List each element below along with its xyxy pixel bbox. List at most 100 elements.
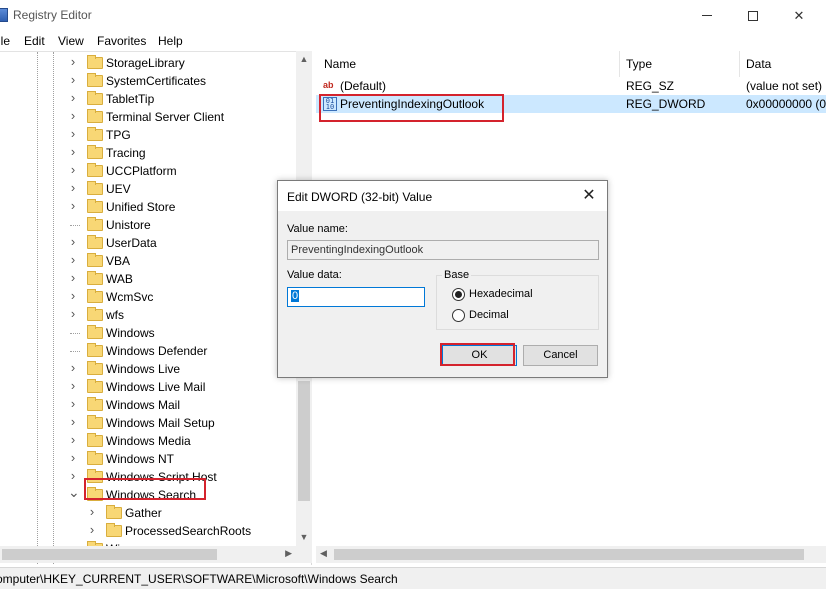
tree-item-gather[interactable]: › Gather xyxy=(0,504,296,522)
expand-chevron-icon[interactable]: › xyxy=(68,252,78,267)
tree-item-userdata[interactable]: › UserData xyxy=(0,234,296,252)
hexadecimal-radio[interactable] xyxy=(452,288,465,301)
dialog-close-icon[interactable]: ✕ xyxy=(579,185,599,205)
tree-item-tablettip[interactable]: › TabletTip xyxy=(0,90,296,108)
tree-item-windows-live-mail[interactable]: › Windows Live Mail xyxy=(0,378,296,396)
menu-help[interactable]: Help xyxy=(158,34,183,48)
tree-hscroll-thumb[interactable] xyxy=(2,549,217,560)
decimal-label[interactable]: Decimal xyxy=(469,309,509,321)
folder-icon xyxy=(87,163,103,177)
expand-chevron-icon[interactable]: › xyxy=(87,504,97,519)
maximize-button[interactable] xyxy=(730,0,776,31)
hexadecimal-label[interactable]: Hexadecimal xyxy=(469,288,533,300)
expand-chevron-icon[interactable]: › xyxy=(68,234,78,249)
expand-chevron-icon[interactable]: › xyxy=(68,432,78,447)
tree-item-windows-nt[interactable]: › Windows NT xyxy=(0,450,296,468)
tree-item-label: Tracing xyxy=(106,146,146,160)
tree-item-windows-mail[interactable]: › Windows Mail xyxy=(0,396,296,414)
menu-favorites[interactable]: Favorites xyxy=(97,34,146,48)
scroll-up-icon[interactable]: ▲ xyxy=(296,51,312,68)
expand-chevron-icon[interactable]: › xyxy=(68,468,78,483)
expand-chevron-icon[interactable]: › xyxy=(68,180,78,195)
folder-icon xyxy=(87,397,103,411)
tree-item-unistore[interactable]: Unistore xyxy=(0,216,296,234)
expand-chevron-icon[interactable]: › xyxy=(68,270,78,285)
minimize-icon xyxy=(702,15,712,16)
tree-item-windows-defender[interactable]: Windows Defender xyxy=(0,342,296,360)
scroll-left-icon[interactable]: ◀ xyxy=(320,548,327,559)
expand-chevron-icon[interactable]: › xyxy=(68,198,78,213)
tree-item-processedsearchroots[interactable]: › ProcessedSearchRoots xyxy=(0,522,296,540)
expand-chevron-icon[interactable]: › xyxy=(87,522,97,537)
tree-scroll-thumb[interactable] xyxy=(298,381,310,501)
dialog-title-bar[interactable]: Edit DWORD (32-bit) Value ✕ xyxy=(278,181,607,211)
collapse-chevron-icon[interactable]: ⌄ xyxy=(68,484,80,501)
tree-item-tracing[interactable]: › Tracing xyxy=(0,144,296,162)
tree-item-wfs[interactable]: › wfs xyxy=(0,306,296,324)
tree-item-wab[interactable]: › WAB xyxy=(0,270,296,288)
menu-file[interactable]: ile xyxy=(0,34,10,48)
expand-chevron-icon[interactable]: › xyxy=(68,126,78,141)
title-bar: Registry Editor ✕ xyxy=(0,0,826,31)
key-tree-pane[interactable]: › StorageLibrary › SystemCertificates › Table… xyxy=(0,51,312,565)
expand-chevron-icon[interactable]: › xyxy=(68,396,78,411)
expand-chevron-icon[interactable]: › xyxy=(68,108,78,123)
expand-chevron-icon[interactable]: › xyxy=(68,378,78,393)
close-icon: ✕ xyxy=(793,7,805,23)
scroll-right-icon[interactable]: ▶ xyxy=(285,548,292,559)
expand-chevron-icon[interactable]: › xyxy=(68,288,78,303)
key-path: omputer\HKEY_CURRENT_USER\SOFTWARE\Micro… xyxy=(0,572,398,586)
tree-item-vba[interactable]: › VBA xyxy=(0,252,296,270)
menu-view[interactable]: View xyxy=(58,34,84,48)
folder-icon xyxy=(87,181,103,195)
tree-item-uev[interactable]: › UEV xyxy=(0,180,296,198)
expand-chevron-icon[interactable]: › xyxy=(68,162,78,177)
column-header-name[interactable]: Name xyxy=(324,57,356,71)
tree-item-label: Windows Live xyxy=(106,362,181,376)
folder-icon xyxy=(87,271,103,285)
expand-chevron-icon[interactable]: › xyxy=(68,306,78,321)
minimize-button[interactable] xyxy=(684,0,730,31)
value-data-label: Value data: xyxy=(287,269,342,281)
list-horizontal-scrollbar[interactable]: ◀ xyxy=(316,546,826,563)
scroll-down-icon[interactable]: ▼ xyxy=(296,529,312,546)
folder-icon xyxy=(87,379,103,393)
tree-item-terminal-server-client[interactable]: › Terminal Server Client xyxy=(0,108,296,126)
value-type: REG_DWORD xyxy=(626,97,706,111)
tree-item-windows[interactable]: Windows xyxy=(0,324,296,342)
column-header-data[interactable]: Data xyxy=(746,57,771,71)
tree-item-storagelibrary[interactable]: › StorageLibrary xyxy=(0,54,296,72)
value-data-input[interactable]: 0 xyxy=(287,287,425,307)
tree-item-wcmsvc[interactable]: › WcmSvc xyxy=(0,288,296,306)
folder-icon xyxy=(87,73,103,87)
tree-item-windows-mail-setup[interactable]: › Windows Mail Setup xyxy=(0,414,296,432)
tree-item-unified-store[interactable]: › Unified Store xyxy=(0,198,296,216)
cancel-button[interactable]: Cancel xyxy=(523,345,598,366)
maximize-icon xyxy=(748,10,758,21)
value-data: (value not set) xyxy=(746,79,823,93)
expand-chevron-icon[interactable]: › xyxy=(68,54,78,69)
tree-item-windows-live[interactable]: › Windows Live xyxy=(0,360,296,378)
tree-horizontal-scrollbar[interactable]: ▶ xyxy=(0,546,296,563)
close-button[interactable]: ✕ xyxy=(776,0,822,31)
expand-chevron-icon[interactable]: › xyxy=(68,414,78,429)
decimal-radio[interactable] xyxy=(452,309,465,322)
expand-chevron-icon[interactable]: › xyxy=(68,90,78,105)
folder-icon xyxy=(106,505,122,519)
value-row-default[interactable]: ab (Default) REG_SZ (value not set) xyxy=(316,77,826,95)
expand-chevron-icon[interactable]: › xyxy=(68,72,78,87)
expand-chevron-icon[interactable]: › xyxy=(68,450,78,465)
column-divider[interactable] xyxy=(739,51,740,77)
tree-item-systemcertificates[interactable]: › SystemCertificates xyxy=(0,72,296,90)
tree-item-label: VBA xyxy=(106,254,131,268)
expand-chevron-icon[interactable]: › xyxy=(68,144,78,159)
tree-item-windows-media[interactable]: › Windows Media xyxy=(0,432,296,450)
folder-icon xyxy=(87,145,103,159)
menu-edit[interactable]: Edit xyxy=(24,34,45,48)
column-divider[interactable] xyxy=(619,51,620,77)
tree-item-uccplatform[interactable]: › UCCPlatform xyxy=(0,162,296,180)
expand-chevron-icon[interactable]: › xyxy=(68,360,78,375)
list-hscroll-thumb[interactable] xyxy=(334,549,804,560)
column-header-type[interactable]: Type xyxy=(626,57,652,71)
tree-item-tpg[interactable]: › TPG xyxy=(0,126,296,144)
